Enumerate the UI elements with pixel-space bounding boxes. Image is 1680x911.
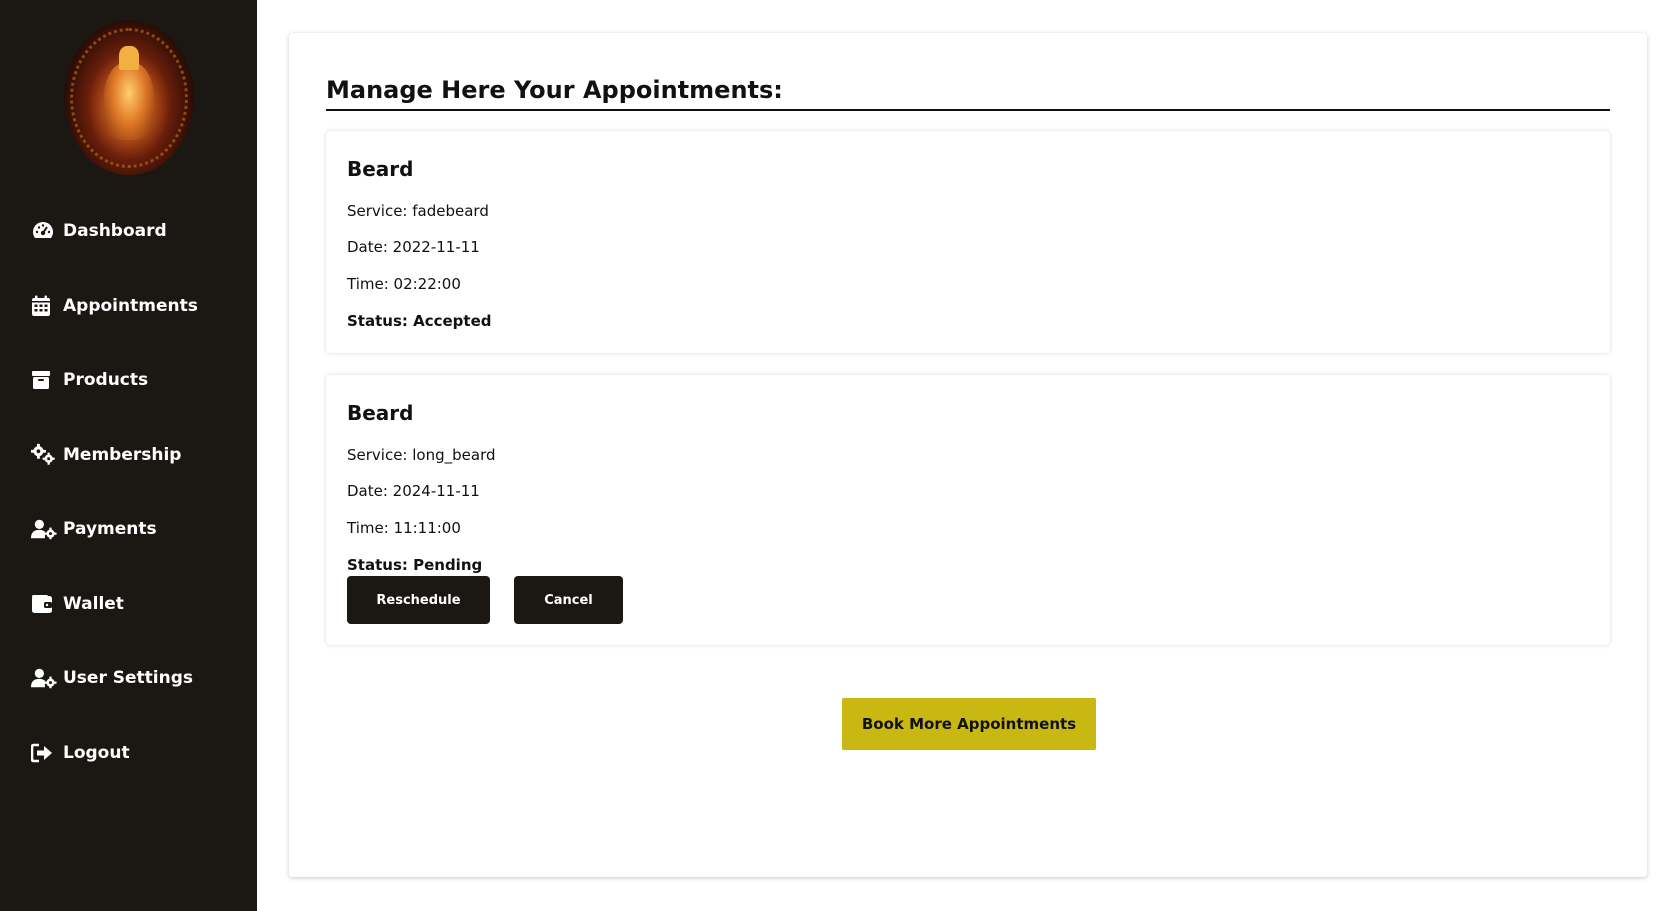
sidebar-item-wallet[interactable]: Wallet: [31, 589, 124, 619]
appointment-time: Time: 11:11:00: [347, 519, 461, 537]
sidebar-item-label: Membership: [63, 445, 182, 465]
sidebar-item-label: Appointments: [63, 296, 198, 316]
user-gear-icon: [31, 666, 57, 690]
wallet-icon: [31, 592, 57, 616]
gears-icon: [31, 443, 57, 467]
appointment-title: Beard: [347, 157, 414, 181]
appointments-panel: Manage Here Your Appointments: Beard Ser…: [289, 33, 1647, 877]
avatar-deity-figure: [104, 62, 154, 140]
sidebar-item-user-settings[interactable]: User Settings: [31, 663, 193, 693]
dashboard-gauge-icon: [31, 219, 57, 243]
sidebar-item-label: Products: [63, 370, 149, 390]
sidebar: Dashboard Appointments Products Membersh…: [0, 0, 257, 911]
appointment-service: Service: fadebeard: [347, 202, 489, 220]
sidebar-item-membership[interactable]: Membership: [31, 440, 181, 470]
sidebar-item-label: Wallet: [63, 594, 124, 614]
calendar-icon: [31, 294, 57, 318]
sidebar-item-label: Payments: [63, 519, 157, 539]
avatar: [64, 20, 194, 175]
appointment-card: Beard Service: fadebeard Date: 2022-11-1…: [326, 131, 1610, 353]
logout-icon: [31, 741, 57, 765]
appointment-status: Status: Accepted: [347, 312, 492, 330]
sidebar-item-appointments[interactable]: Appointments: [31, 291, 198, 321]
appointment-title: Beard: [347, 401, 414, 425]
book-more-appointments-button[interactable]: Book More Appointments: [842, 698, 1096, 750]
appointment-date: Date: 2024-11-11: [347, 482, 480, 500]
appointment-date: Date: 2022-11-11: [347, 238, 480, 256]
cancel-button[interactable]: Cancel: [514, 576, 623, 624]
reschedule-button[interactable]: Reschedule: [347, 576, 490, 624]
user-gear-icon: [31, 517, 57, 541]
avatar-crown-decoration: [119, 46, 139, 70]
sidebar-item-payments[interactable]: Payments: [31, 514, 157, 544]
sidebar-item-products[interactable]: Products: [31, 365, 148, 395]
appointment-service: Service: long_beard: [347, 446, 496, 464]
sidebar-item-label: Dashboard: [63, 221, 167, 241]
sidebar-item-logout[interactable]: Logout: [31, 738, 130, 768]
sidebar-item-label: Logout: [63, 743, 130, 763]
appointment-time: Time: 02:22:00: [347, 275, 461, 293]
page-title: Manage Here Your Appointments:: [326, 76, 1610, 111]
appointment-card: Beard Service: long_beard Date: 2024-11-…: [326, 375, 1610, 645]
sidebar-item-label: User Settings: [63, 668, 193, 688]
appointment-status: Status: Pending: [347, 556, 483, 574]
sidebar-item-dashboard[interactable]: Dashboard: [31, 216, 167, 246]
box-icon: [31, 368, 57, 392]
